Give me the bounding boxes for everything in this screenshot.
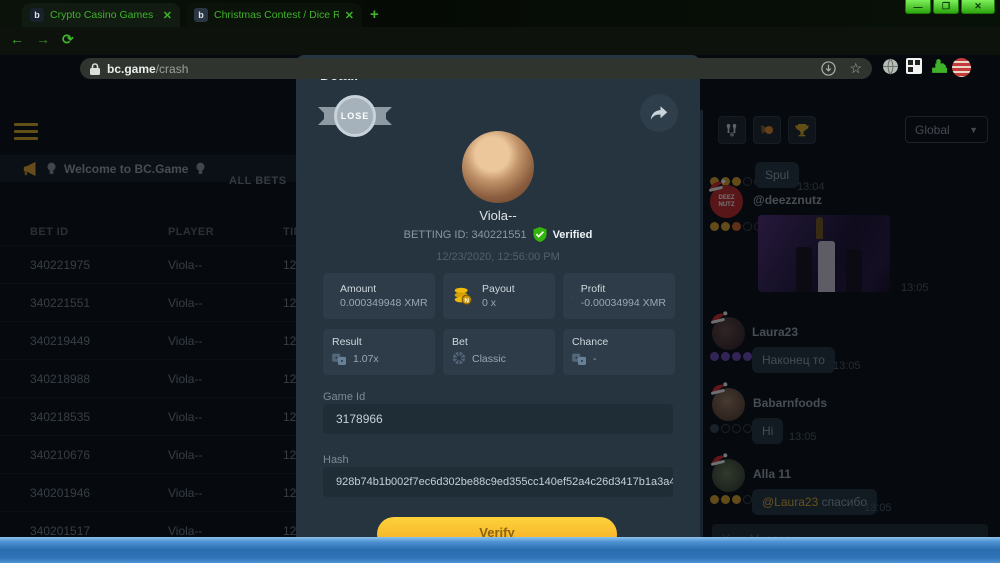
url-bar[interactable]: bc.game/crash ☆: [80, 58, 872, 79]
tab-close-icon[interactable]: ✕: [345, 9, 354, 22]
send-to-device-icon[interactable]: [821, 61, 836, 76]
stat-card-profit: $ Profit -0.00034994 XMR: [563, 273, 675, 319]
window-restore-button[interactable]: ❐: [933, 0, 959, 14]
share-button[interactable]: [640, 94, 678, 132]
bet-datetime: 12/23/2020, 12:56:00 PM: [296, 251, 700, 263]
browser-tab-1[interactable]: b Crypto Casino Games - The 16 B ✕: [22, 3, 180, 27]
stat-card-bet: Bet Classic: [443, 329, 555, 375]
stat-card-result: Result 1.07x: [323, 329, 435, 375]
game-id-label: Game Id: [323, 391, 365, 403]
coins-stack-icon: N: [452, 285, 474, 307]
lock-icon: [90, 63, 100, 75]
game-id-field[interactable]: 3178966: [323, 404, 673, 434]
classic-game-icon: [452, 351, 466, 365]
betting-id: BETTING ID: 340221551: [404, 229, 527, 241]
money-bag-icon: $: [572, 285, 573, 307]
browser-tabstrip: b Crypto Casino Games - The 16 B ✕ b Chr…: [0, 0, 1000, 27]
stats-cards: $ Amount 0.000349948 XMR N Payout 0 x: [323, 273, 675, 375]
extensions-puzzle-icon[interactable]: [930, 58, 947, 75]
verify-button[interactable]: Verify: [377, 517, 617, 537]
stat-card-amount: $ Amount 0.000349948 XMR: [323, 273, 435, 319]
globe-extension-icon[interactable]: [882, 58, 899, 75]
betting-id-row: BETTING ID: 340221551 Verified: [296, 227, 700, 242]
share-arrow-icon: [650, 105, 668, 121]
refresh-button[interactable]: ⟳: [62, 31, 74, 48]
stat-card-payout: N Payout 0 x: [443, 273, 555, 319]
screen: Welcome to BC.Game ALL BETS BET ID PLAYE…: [0, 0, 1000, 563]
forward-button[interactable]: →: [36, 31, 50, 47]
bcgame-favicon: b: [194, 8, 208, 22]
browser-toolbar: ← → ⟳ bc.game/crash ☆: [0, 27, 1000, 55]
back-button[interactable]: ←: [10, 31, 24, 47]
hash-field[interactable]: 928b74b1b002f7ec6d302be88c9ed355cc140ef5…: [323, 467, 673, 497]
dice-icon: [332, 352, 347, 365]
bet-detail-modal: Detail ✕ LOSE Viola-- BETTING ID: 340221…: [296, 55, 700, 537]
hash-label: Hash: [323, 454, 349, 466]
url-text: bc.game/crash: [107, 62, 188, 76]
windows-taskbar: [0, 537, 1000, 563]
stat-card-chance: Chance -: [563, 329, 675, 375]
player-avatar[interactable]: [462, 131, 534, 203]
browser-profile-avatar[interactable]: [952, 58, 971, 77]
bcgame-favicon: b: [30, 8, 44, 22]
lose-badge: LOSE: [334, 95, 376, 137]
verified-shield-icon: [533, 227, 547, 242]
svg-text:N: N: [464, 297, 469, 304]
tab-close-icon[interactable]: ✕: [163, 9, 172, 22]
new-tab-button[interactable]: +: [370, 6, 379, 23]
player-name: Viola--: [296, 208, 700, 223]
verified-label: Verified: [553, 229, 593, 241]
browser-tab-2[interactable]: b Christmas Contest / Dice Roll Hu ✕: [186, 3, 362, 27]
window-close-button[interactable]: ✕: [961, 0, 995, 14]
window-minimize-button[interactable]: —: [905, 0, 931, 14]
qr-extension-icon[interactable]: [906, 58, 922, 74]
dice-icon: [572, 352, 587, 365]
bookmark-star-icon[interactable]: ☆: [849, 60, 862, 77]
